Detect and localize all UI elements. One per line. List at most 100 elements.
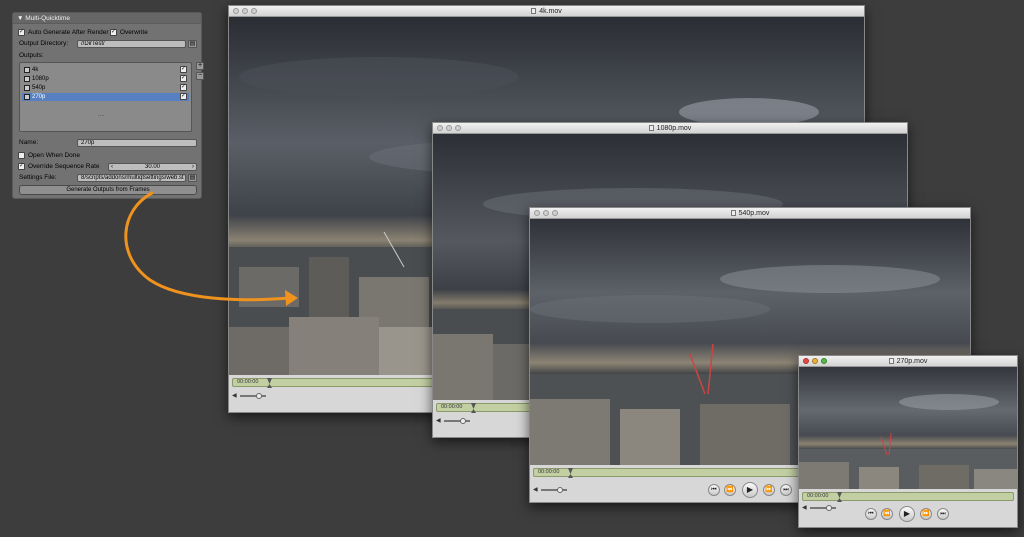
skip-to-start-button[interactable]: ⏮ xyxy=(708,484,720,496)
zoom-icon[interactable] xyxy=(821,358,827,364)
window-titlebar[interactable]: 540p.mov xyxy=(530,208,970,219)
minimize-icon[interactable] xyxy=(446,125,452,131)
remove-output-button[interactable]: − xyxy=(196,72,204,80)
playhead-icon[interactable] xyxy=(267,378,272,388)
settings-file-row: Settings File: 8/scripts/addons/multiqts… xyxy=(13,173,201,182)
minimize-icon[interactable] xyxy=(242,8,248,14)
name-label: Name: xyxy=(19,139,39,146)
name-row: Name: 270p xyxy=(13,138,201,147)
generate-outputs-button[interactable]: Generate Outputs from Frames xyxy=(19,185,197,195)
volume-slider[interactable] xyxy=(444,420,470,422)
override-rate-checkbox[interactable]: ✓ xyxy=(18,163,25,170)
timecode: 00:00:00 xyxy=(237,379,259,385)
output-directory-field[interactable]: //DirTest/ xyxy=(77,40,186,48)
list-item-label: 540p xyxy=(32,85,46,91)
fast-forward-button[interactable]: ⏩ xyxy=(920,508,932,520)
minimize-icon[interactable] xyxy=(543,210,549,216)
playhead-icon[interactable] xyxy=(471,403,476,413)
speaker-icon: ◀ xyxy=(232,393,237,399)
window-titlebar[interactable]: 270p.mov xyxy=(799,356,1017,367)
list-item-checkbox[interactable]: ✓ xyxy=(180,84,187,91)
override-rate-label: Override Sequence Rate xyxy=(28,163,100,170)
rewind-button[interactable]: ⏪ xyxy=(724,484,736,496)
rate-field[interactable]: ‹ 30.00 › xyxy=(108,163,197,171)
panel-header[interactable]: ▼ Multi-Quicktime xyxy=(13,13,201,24)
window-titlebar[interactable]: 4k.mov xyxy=(229,6,864,17)
list-item[interactable]: 4k ✓ xyxy=(22,66,189,74)
list-item[interactable]: 540p ✓ xyxy=(22,84,189,92)
file-icon xyxy=(24,67,30,73)
play-button[interactable]: ▶ xyxy=(899,506,915,522)
rate-increase-icon[interactable]: › xyxy=(192,164,194,170)
video-frame xyxy=(799,367,1017,491)
open-when-done-checkbox[interactable] xyxy=(18,152,25,159)
window-title: 4k.mov xyxy=(539,8,562,15)
close-icon[interactable] xyxy=(233,8,239,14)
movie-file-icon xyxy=(888,358,894,364)
close-icon[interactable] xyxy=(803,358,809,364)
list-resize-grip[interactable]: .... xyxy=(98,112,105,118)
open-when-done-label: Open When Done xyxy=(28,152,81,159)
cloudy-sky-image xyxy=(799,367,1017,491)
volume-control: ◀ xyxy=(533,486,573,493)
auto-generate-row: ✓ Auto Generate After Render ✓ Overwrite xyxy=(13,28,201,37)
output-directory-row: Output Directory: //DirTest/ ▤ xyxy=(13,39,201,48)
volume-control: ◀ xyxy=(232,392,272,399)
window-titlebar[interactable]: 1080p.mov xyxy=(433,123,907,134)
folder-icon[interactable]: ▤ xyxy=(188,40,197,48)
volume-slider[interactable] xyxy=(240,395,266,397)
movie-file-icon xyxy=(531,8,537,14)
outputs-list[interactable]: 4k ✓ 1080p ✓ 540p ✓ 270p ✓ .... xyxy=(19,62,192,132)
add-output-button[interactable]: + xyxy=(196,62,204,70)
list-item-selected[interactable]: 270p ✓ xyxy=(22,93,189,101)
skip-to-end-button[interactable]: ⏭ xyxy=(937,508,949,520)
rate-decrease-icon[interactable]: ‹ xyxy=(111,164,113,170)
play-button[interactable]: ▶ xyxy=(742,482,758,498)
movie-file-icon xyxy=(730,210,736,216)
list-item-checkbox[interactable]: ✓ xyxy=(180,66,187,73)
volume-knob[interactable] xyxy=(557,487,563,493)
timecode: 00:00:00 xyxy=(538,469,560,475)
settings-file-field[interactable]: 8/scripts/addons/multiqtsettings/web.st xyxy=(77,174,186,182)
list-item[interactable]: 1080p ✓ xyxy=(22,75,189,83)
volume-control: ◀ xyxy=(802,504,842,511)
playhead-icon[interactable] xyxy=(837,492,842,502)
name-field[interactable]: 270p xyxy=(77,139,197,147)
list-item-label: 270p xyxy=(32,94,46,100)
list-item-checkbox[interactable]: ✓ xyxy=(180,75,187,82)
window-title: 1080p.mov xyxy=(656,125,692,132)
overwrite-label: Overwrite xyxy=(120,29,148,36)
window-title: 540p.mov xyxy=(738,210,770,217)
timecode: 00:00:00 xyxy=(807,493,829,499)
overwrite-checkbox[interactable]: ✓ xyxy=(110,29,117,36)
zoom-icon[interactable] xyxy=(251,8,257,14)
settings-file-label: Settings File: xyxy=(19,174,57,181)
speaker-icon: ◀ xyxy=(533,487,538,493)
zoom-icon[interactable] xyxy=(455,125,461,131)
rewind-button[interactable]: ⏪ xyxy=(881,508,893,520)
playhead-icon[interactable] xyxy=(568,468,573,478)
close-icon[interactable] xyxy=(534,210,540,216)
folder-icon[interactable]: ▤ xyxy=(188,174,197,182)
skip-to-end-button[interactable]: ⏭ xyxy=(780,484,792,496)
fast-forward-button[interactable]: ⏩ xyxy=(763,484,775,496)
minimize-icon[interactable] xyxy=(812,358,818,364)
multi-quicktime-panel: ▼ Multi-Quicktime ✓ Auto Generate After … xyxy=(12,12,204,199)
list-item-checkbox[interactable]: ✓ xyxy=(180,93,187,100)
volume-knob[interactable] xyxy=(826,505,832,511)
volume-slider[interactable] xyxy=(541,489,567,491)
window-270p: 270p.mov 00:00:00 ◀ ⏮ ⏪ ▶ ⏩ ⏭ xyxy=(798,355,1018,528)
timeline-scrubber[interactable]: 00:00:00 xyxy=(802,492,1014,502)
volume-knob[interactable] xyxy=(256,393,262,399)
movie-file-icon xyxy=(648,125,654,131)
override-rate-row: ✓ Override Sequence Rate ‹ 30.00 › xyxy=(13,162,201,171)
volume-knob[interactable] xyxy=(460,418,466,424)
open-when-done-row: Open When Done xyxy=(13,151,201,160)
skip-to-start-button[interactable]: ⏮ xyxy=(865,508,877,520)
speaker-icon: ◀ xyxy=(802,505,807,511)
volume-slider[interactable] xyxy=(810,507,836,509)
close-icon[interactable] xyxy=(437,125,443,131)
window-title: 270p.mov xyxy=(896,358,928,365)
auto-generate-checkbox[interactable]: ✓ xyxy=(18,29,25,36)
zoom-icon[interactable] xyxy=(552,210,558,216)
